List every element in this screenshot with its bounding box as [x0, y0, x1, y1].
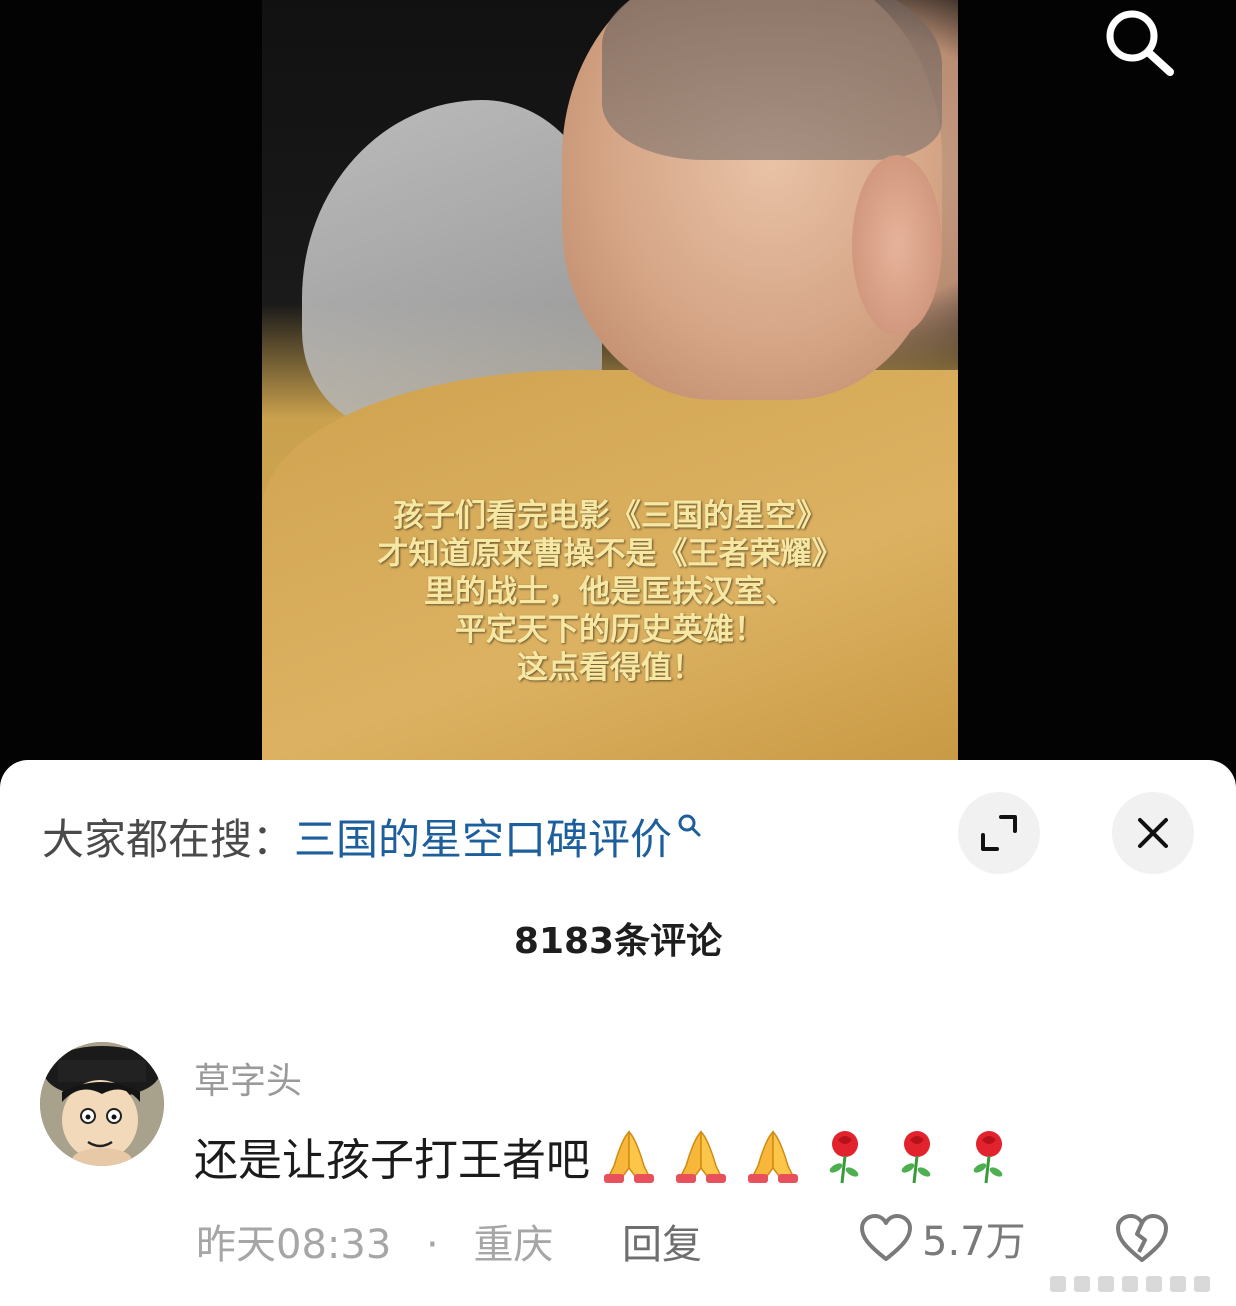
expand-button[interactable]: [958, 792, 1040, 874]
caption-line: 孩子们看完电影《三国的星空》: [393, 498, 827, 534]
small-search-icon: [678, 814, 701, 837]
like-count: 5.7万: [922, 1219, 1026, 1265]
search-suggestion-prefix: 大家都在搜：: [42, 814, 295, 864]
caption-line: 这点看得值！: [517, 650, 703, 686]
dislike-button[interactable]: [1112, 1208, 1172, 1268]
search-icon: [1106, 10, 1174, 76]
caption-line: 里的战士，他是匡扶汉室、: [424, 574, 796, 610]
comment-count-title: 8183条评论: [513, 921, 723, 962]
search-button[interactable]: [1100, 6, 1180, 76]
pray-emoji-icon: [676, 1130, 726, 1183]
search-suggestion-query[interactable]: 三国的星空口碑评价: [294, 806, 672, 867]
watermark-dots: [1050, 1276, 1210, 1292]
pray-emoji-icon: [604, 1130, 654, 1183]
caption-line: 平定天下的历史英雄！: [455, 612, 765, 648]
avatar[interactable]: [40, 1042, 164, 1166]
rose-emoji-icon: [901, 1131, 931, 1184]
video-player[interactable]: 孩子们看完电影《三国的星空》 才知道原来曹操不是《王者荣耀》 里的战士，他是匡扶…: [0, 0, 1236, 790]
heart-icon: [860, 1214, 912, 1261]
video-caption: 孩子们看完电影《三国的星空》 才知道原来曹操不是《王者荣耀》 里的战士，他是匡扶…: [262, 497, 958, 687]
search-suggestion[interactable]: 大家都在搜： 三国的星空口碑评价: [42, 806, 702, 866]
caption-line: 才知道原来曹操不是《王者荣耀》: [377, 536, 843, 572]
like-button[interactable]: 5.7万: [858, 1208, 1026, 1268]
close-icon: [1138, 818, 1168, 848]
expand-icon: [981, 815, 1017, 851]
rose-emoji-icon: [829, 1131, 859, 1184]
comment-meta: 昨天08:33 · 重庆: [196, 1212, 553, 1270]
broken-heart-icon: [1116, 1214, 1168, 1262]
comment-location: 重庆: [473, 1222, 554, 1268]
video-scene-ear: [852, 155, 942, 335]
avatar-image: [40, 1042, 164, 1166]
video-scene-hair: [602, 0, 942, 160]
comment-text: 还是让孩子打王者吧: [194, 1135, 590, 1186]
comment-time: 昨天08:33: [196, 1222, 392, 1268]
reply-button[interactable]: 回复: [622, 1212, 702, 1270]
comment-body: 还是让孩子打王者吧: [194, 1124, 1022, 1188]
meta-separator: ·: [426, 1222, 439, 1268]
rose-emoji-icon: [973, 1131, 1003, 1184]
close-button[interactable]: [1112, 792, 1194, 874]
pray-emoji-icon: [748, 1130, 798, 1183]
comment-username[interactable]: 草字头: [194, 1052, 302, 1104]
